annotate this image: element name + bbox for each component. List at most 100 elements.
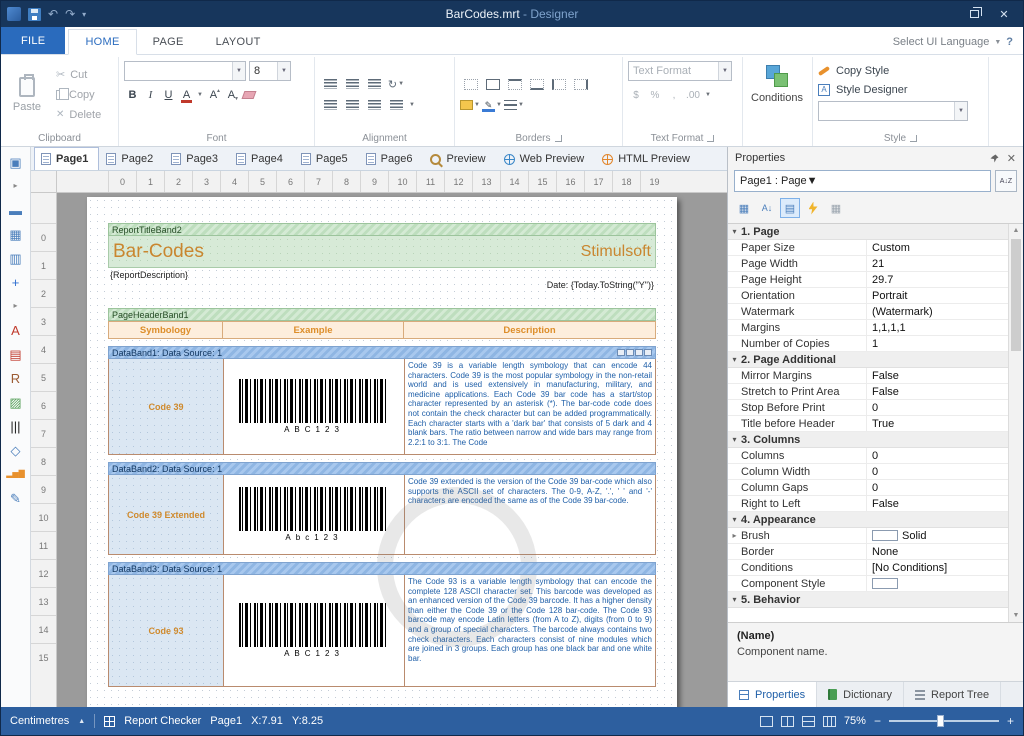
align-middle-button[interactable] (342, 75, 363, 93)
component-selector-combo[interactable]: Page1 : Page▼ (734, 170, 991, 192)
property-value[interactable]: 21 (867, 258, 1008, 270)
properties-view-button[interactable]: ▤ (780, 198, 800, 218)
tab-page[interactable]: PAGE (137, 30, 200, 54)
data-band-header[interactable]: DataBand3: Data Source: 1 (108, 562, 656, 575)
report-page[interactable]: ReportTitleBand2 Bar-Codes Stimulsoft {R… (87, 197, 677, 707)
property-value[interactable]: 0 (867, 482, 1008, 494)
page-tab[interactable]: Page2 (99, 147, 164, 170)
zoom-slider-thumb[interactable] (937, 715, 944, 727)
property-row[interactable]: Brush Solid (728, 528, 1008, 544)
fill-color-button[interactable]: ▼ (460, 96, 481, 114)
html-preview-tab[interactable]: HTML Preview (595, 147, 701, 170)
tool-flyout-arrow[interactable]: ▸ (1, 174, 30, 198)
tool-page-copy[interactable]: ▣ (1, 150, 30, 174)
align-center-button[interactable] (342, 96, 363, 114)
tool-cross-band[interactable]: ▦ (1, 222, 30, 246)
property-row[interactable]: 4. Appearance (728, 512, 1008, 528)
dialog-launcher-icon[interactable] (555, 135, 562, 142)
tool-image[interactable]: ▨ (1, 390, 30, 414)
tab-dictionary[interactable]: Dictionary (817, 682, 904, 707)
property-row[interactable]: Component Style (728, 576, 1008, 592)
property-value[interactable]: Custom (867, 242, 1008, 254)
grow-font-button[interactable]: A▲ (205, 86, 222, 104)
property-value[interactable]: [No Conditions] (867, 562, 1008, 574)
pin-icon[interactable] (990, 154, 999, 163)
sort-az-button[interactable]: A↓Z (995, 170, 1017, 192)
border-top-button[interactable] (504, 75, 525, 93)
alphabetical-view-button[interactable]: A↓ (757, 198, 777, 218)
font-color-button[interactable]: A (178, 86, 195, 104)
currency-format-button[interactable]: $ (628, 87, 644, 103)
symbology-cell[interactable]: Code 39 (109, 359, 224, 454)
design-canvas[interactable]: ReportTitleBand2 Bar-Codes Stimulsoft {R… (57, 193, 727, 707)
property-value[interactable]: 0 (867, 466, 1008, 478)
shrink-font-button[interactable]: A▼ (223, 86, 240, 104)
tab-report-tree[interactable]: Report Tree (904, 682, 1001, 707)
tool-rich-text[interactable]: R (1, 366, 30, 390)
page-tab[interactable]: Page5 (294, 147, 359, 170)
property-value[interactable]: False (867, 386, 1008, 398)
property-row[interactable]: Margins 1,1,1,1 (728, 320, 1008, 336)
property-row[interactable]: Number of Copies 1 (728, 336, 1008, 352)
property-value[interactable]: (Watermark) (867, 306, 1008, 318)
band-control-icon[interactable] (644, 349, 652, 356)
categorized-view-button[interactable]: ▦ (734, 198, 754, 218)
property-value[interactable]: True (867, 418, 1008, 430)
property-value[interactable]: False (867, 370, 1008, 382)
paste-button[interactable]: Paste (6, 59, 48, 130)
property-row[interactable]: Stretch to Print Area False (728, 384, 1008, 400)
barcode-component[interactable]: ABC123 (239, 379, 389, 434)
data-band-header[interactable]: DataBand1: Data Source: 1 (108, 346, 656, 359)
chevron-down-icon[interactable]: ▼ (409, 102, 415, 108)
column-header-symbology[interactable]: Symbology (108, 321, 223, 339)
border-all-button[interactable] (482, 75, 503, 93)
italic-button[interactable]: I (142, 86, 159, 104)
property-value[interactable]: 1 (867, 338, 1008, 350)
tool-text-in-cells[interactable]: ▤ (1, 342, 30, 366)
web-preview-tab[interactable]: Web Preview (497, 147, 596, 170)
brand-text[interactable]: Stimulsoft (581, 243, 651, 261)
two-pages-view-icon[interactable] (781, 716, 794, 727)
property-value[interactable]: Solid (867, 530, 1008, 542)
property-row[interactable]: 3. Columns (728, 432, 1008, 448)
page-tab[interactable]: Page6 (359, 147, 424, 170)
report-title-area[interactable]: Bar-Codes Stimulsoft (108, 236, 656, 268)
redo-icon[interactable]: ↷ (65, 8, 75, 20)
property-row[interactable]: Mirror Margins False (728, 368, 1008, 384)
align-top-button[interactable] (320, 75, 341, 93)
property-value[interactable]: Portrait (867, 290, 1008, 302)
column-header-description[interactable]: Description (404, 321, 656, 339)
tool-flyout-arrow-2[interactable]: ▸ (1, 294, 30, 318)
align-left-button[interactable] (320, 96, 341, 114)
percent-format-button[interactable]: % (647, 87, 663, 103)
copy-button[interactable]: Copy (52, 86, 105, 104)
tool-chart[interactable]: ▂▅▇ (1, 462, 30, 486)
property-value[interactable]: None (867, 546, 1008, 558)
events-view-button[interactable] (803, 198, 823, 218)
barcode-component[interactable]: Abc123 (239, 487, 389, 542)
border-left-button[interactable] (548, 75, 569, 93)
undo-icon[interactable]: ↶ (48, 8, 58, 20)
bold-button[interactable]: B (124, 86, 141, 104)
border-right-button[interactable] (570, 75, 591, 93)
report-description-row[interactable]: {ReportDescription} Date: {Today.ToStrin… (108, 268, 656, 308)
report-description-expression[interactable]: {ReportDescription} (110, 270, 188, 280)
tool-barcode[interactable]: ||| (1, 414, 30, 438)
border-bottom-button[interactable] (526, 75, 547, 93)
tool-table[interactable]: ▥ (1, 246, 30, 270)
property-row[interactable]: Right to Left False (728, 496, 1008, 512)
report-date-expression[interactable]: Date: {Today.ToString("Y")} (547, 280, 654, 290)
band-control-icon[interactable] (617, 349, 625, 356)
tool-shape[interactable]: ◇ (1, 438, 30, 462)
property-value[interactable]: 0 (867, 450, 1008, 462)
property-row[interactable]: Title before Header True (728, 416, 1008, 432)
zoom-in-button[interactable]: + (1007, 714, 1014, 728)
property-value[interactable]: 0 (867, 402, 1008, 414)
align-right-button[interactable] (364, 96, 385, 114)
conditions-button[interactable]: Conditions (748, 59, 806, 130)
page-tab[interactable]: Page4 (229, 147, 294, 170)
property-row[interactable]: Stop Before Print 0 (728, 400, 1008, 416)
whole-report-view-icon[interactable] (760, 716, 773, 727)
tab-home[interactable]: HOME (68, 29, 136, 55)
band-control-icon[interactable] (635, 349, 643, 356)
